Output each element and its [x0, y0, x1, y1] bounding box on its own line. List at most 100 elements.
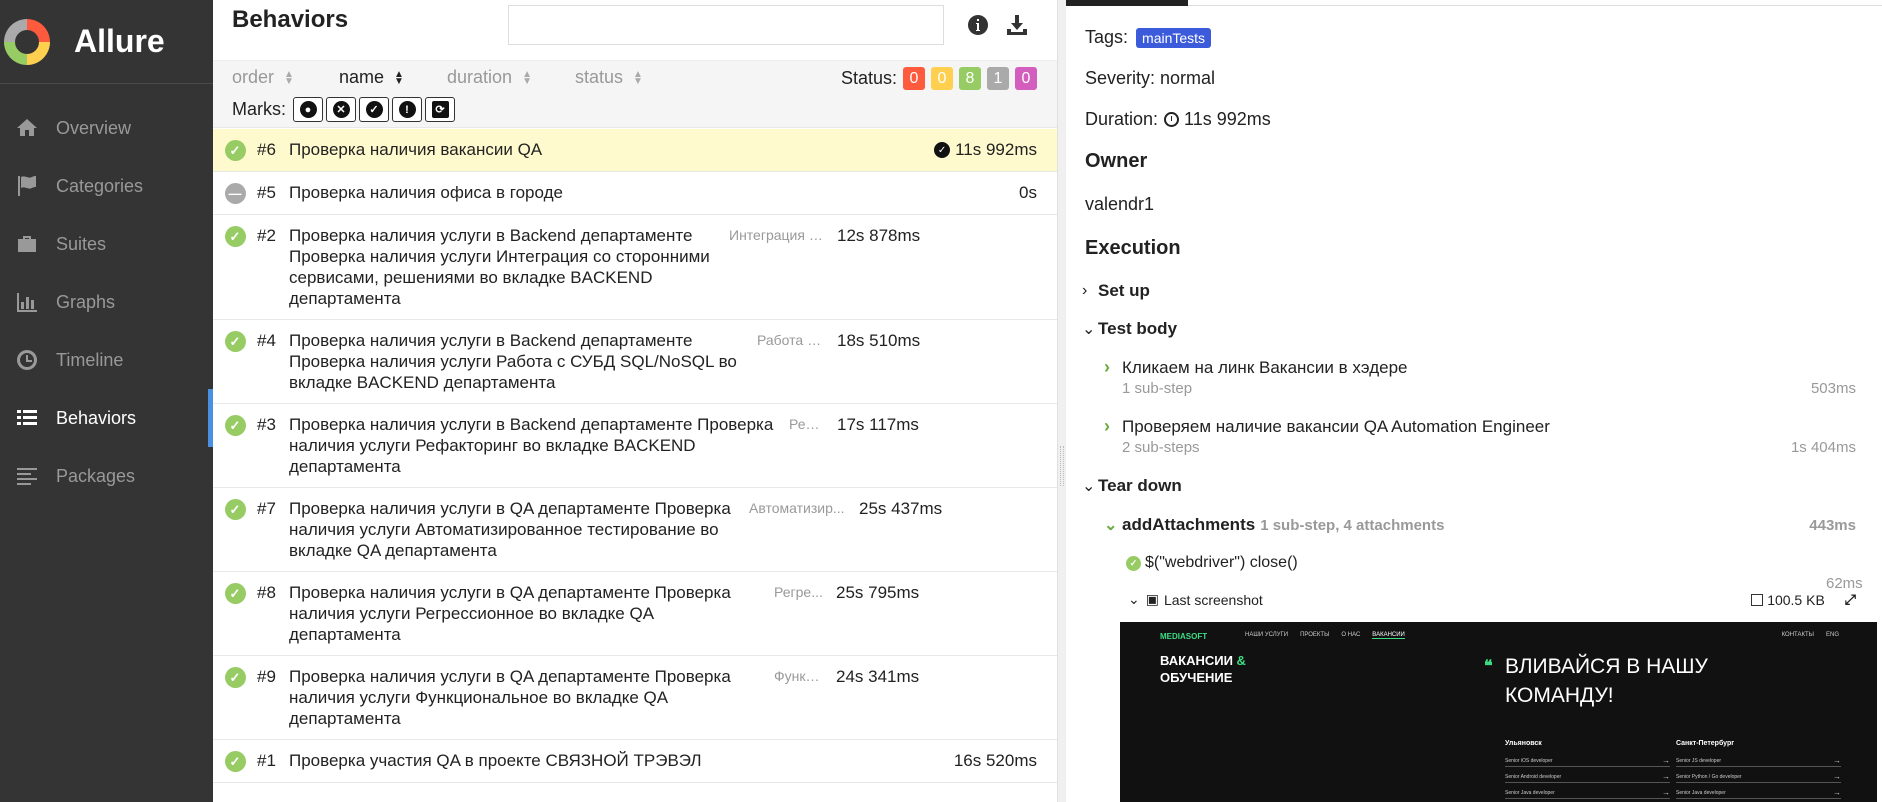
preview-job: Senior Python / Go developer — [1676, 772, 1841, 783]
table-row[interactable]: ✓ #2 Проверка наличия услуги в Backend д… — [213, 215, 1057, 320]
preview-nav-item: О НАС — [1341, 632, 1361, 638]
pane-splitter[interactable] — [1057, 0, 1066, 802]
substep-item[interactable]: ✓ $("webdriver") close() — [1126, 554, 1298, 572]
sidebar-item-label: Graphs — [56, 291, 116, 312]
test-number: #4 — [257, 331, 276, 350]
splitter-grip[interactable] — [1060, 446, 1064, 486]
table-row[interactable]: ✓ #9 Проверка наличия услуги в QA департ… — [213, 656, 1057, 740]
duration-value: 11s 992ms — [1184, 109, 1271, 129]
preview-logo: MEDIASOFT — [1160, 632, 1208, 641]
test-number: #1 — [257, 751, 276, 770]
preview-heading-b: ОБУЧЕНИЕ — [1160, 670, 1233, 685]
test-list: ✓ #6 Проверка наличия вакансии QA ✓ 11s 9… — [213, 129, 1057, 783]
preview-city: Санкт-Петербург — [1676, 740, 1735, 747]
test-tag: Работа с ... — [757, 332, 830, 348]
sort-duration-label: duration — [447, 67, 513, 87]
clock-icon — [12, 348, 42, 372]
test-title: Проверка наличия офиса в городе — [289, 183, 563, 202]
test-title: Проверка наличия услуги в Backend департ… — [289, 331, 737, 392]
check-circle-icon: ✓ — [1126, 555, 1141, 571]
sort-order[interactable]: order ▲ ▼ — [232, 67, 294, 88]
test-duration: 17s 117ms — [837, 415, 919, 434]
sidebar-item-label: Overview — [56, 117, 132, 138]
sort-duration[interactable]: duration ▲ ▼ — [447, 67, 532, 88]
sidebar-item-timeline[interactable]: Timeline — [0, 331, 213, 389]
sort-status-label: status — [575, 67, 624, 87]
test-duration-value: 11s 992ms — [955, 140, 1037, 159]
test-title: Проверка наличия услуги в Backend департ… — [289, 415, 774, 476]
status-filter: Status: 0 0 8 1 0 — [841, 67, 1037, 90]
chevron-right-icon: › — [1104, 416, 1110, 436]
check-circle-icon: ✓ — [224, 499, 246, 520]
preview-job: Senior Java developer — [1505, 788, 1670, 799]
status-cell: — — [213, 182, 257, 204]
step-item[interactable]: › Кликаем на линк Вакансии в хэдере 1 sub… — [1104, 357, 1856, 397]
mark-new-broken-button[interactable]: ! — [392, 97, 422, 122]
attachment-step-meta: 1 sub-step, 4 attachments — [1260, 516, 1445, 534]
status-skipped-badge[interactable]: 1 — [987, 67, 1009, 90]
status-cell: ✓ — [213, 225, 257, 309]
info-icon[interactable] — [965, 12, 991, 38]
mark-new-failed-button[interactable]: ✕ — [326, 97, 356, 122]
sort-arrows-icon: ▲ ▼ — [284, 68, 294, 87]
details-tab-bar — [1066, 0, 1882, 6]
check-circle-icon: ✓ — [224, 140, 246, 161]
mark-flaky-button[interactable]: ● — [293, 97, 323, 122]
quote-icon: ❝ — [1484, 658, 1493, 675]
teardown-toggle[interactable]: ⌄ Tear down — [1082, 476, 1182, 496]
brand[interactable]: Allure — [0, 0, 213, 84]
test-tag: Интеграция со с... — [729, 227, 837, 243]
home-icon — [12, 116, 42, 140]
substep-duration: 62ms — [1826, 575, 1863, 592]
sort-status[interactable]: status ▲ ▼ — [575, 67, 643, 88]
status-failed-badge[interactable]: 0 — [903, 67, 925, 90]
table-row[interactable]: ✓ #7 Проверка наличия услуги в QA департ… — [213, 488, 1057, 572]
test-title: Проверка наличия услуги в QA департамент… — [289, 583, 731, 644]
table-row[interactable]: ✓ #8 Проверка наличия услуги в QA департ… — [213, 572, 1057, 656]
table-row[interactable]: ✓ #3 Проверка наличия услуги в Backend д… — [213, 404, 1057, 488]
preview-job: Senior JS developer — [1676, 756, 1841, 767]
sidebar-item-behaviors[interactable]: Behaviors — [0, 389, 213, 447]
download-icon[interactable] — [1004, 12, 1030, 38]
sidebar-item-overview[interactable]: Overview — [0, 99, 213, 157]
execution-title: Execution — [1085, 237, 1181, 259]
sidebar-item-suites[interactable]: Suites — [0, 215, 213, 273]
step-duration: 503ms — [1810, 380, 1856, 397]
step-substeps: 2 sub-steps — [1122, 439, 1200, 456]
test-number: #7 — [257, 499, 276, 518]
table-row[interactable]: ✓ #1 Проверка участия QA в проекте СВЯЗН… — [213, 740, 1057, 783]
sidebar-item-graphs[interactable]: Graphs — [0, 273, 213, 331]
sort-name[interactable]: name ▲ ▼ — [339, 67, 404, 88]
sort-arrows-icon: ▲ ▼ — [633, 68, 643, 87]
mark-new-passed-button[interactable]: ✓ — [359, 97, 389, 122]
briefcase-icon — [12, 232, 42, 256]
test-number: #6 — [257, 140, 276, 159]
table-row[interactable]: ✓ #4 Проверка наличия услуги в Backend д… — [213, 320, 1057, 404]
sidebar-item-categories[interactable]: Categories — [0, 157, 213, 215]
preview-slogan: ВЛИВАЙСЯ В НАШУ КОМАНДУ! — [1505, 655, 1708, 707]
add-attachments-step[interactable]: ⌄ addAttachments 1 sub-step, 4 attachmen… — [1104, 515, 1856, 535]
screenshot-preview[interactable]: MEDIASOFT НАШИ УСЛУГИ ПРОЕКТЫ О НАС ВАКА… — [1120, 622, 1877, 802]
search-input[interactable] — [508, 5, 944, 45]
tag-badge: mainTests — [1136, 27, 1212, 48]
page-title: Behaviors — [232, 6, 349, 33]
table-row[interactable]: — #5 Проверка наличия офиса в городе 0s — [213, 172, 1057, 215]
status-label: Status: — [840, 68, 897, 88]
sidebar-item-label: Suites — [56, 233, 107, 254]
screenshot-attachment-header[interactable]: ⌄ ▣ Last screenshot 100.5 KB ⤢ — [1128, 591, 1856, 608]
setup-toggle[interactable]: › Set up — [1082, 281, 1150, 301]
mark-retries-status-change-button[interactable]: ⟳ — [425, 97, 455, 122]
save-icon[interactable] — [1751, 593, 1764, 606]
status-unknown-badge[interactable]: 0 — [1015, 67, 1037, 90]
expand-icon[interactable]: ⤢ — [1845, 591, 1856, 608]
status-passed-badge[interactable]: 8 — [959, 67, 981, 90]
step-item[interactable]: › Проверяем наличие вакансии QA Automatio… — [1104, 416, 1856, 456]
sidebar-item-packages[interactable]: Packages — [0, 447, 213, 505]
table-row[interactable]: ✓ #6 Проверка наличия вакансии QA ✓ 11s 9… — [213, 129, 1057, 172]
test-body-toggle[interactable]: ⌄ Test body — [1082, 319, 1177, 339]
status-broken-badge[interactable]: 0 — [931, 67, 953, 90]
marks-filter: Marks: ● ✕ ✓ ! ⟳ — [232, 97, 455, 122]
status-cell: ✓ — [213, 750, 257, 772]
preview-nav-item: ВАКАНСИИ — [1372, 632, 1405, 639]
test-tag: Автоматизир... — [749, 500, 845, 516]
